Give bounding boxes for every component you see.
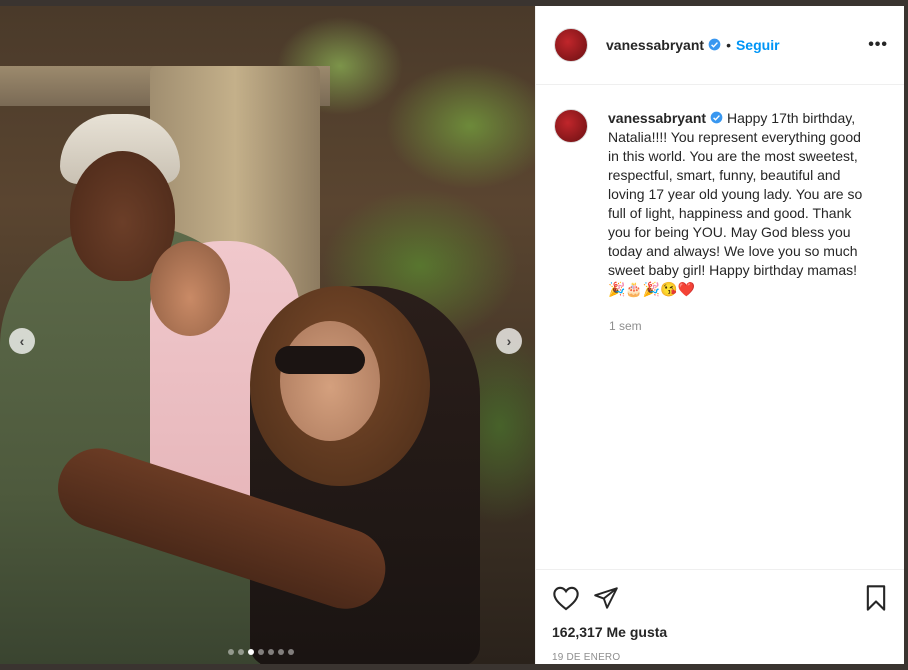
carousel-indicator xyxy=(228,649,294,655)
chevron-right-icon: › xyxy=(506,333,512,349)
username-text[interactable]: vanessabryant xyxy=(606,37,704,53)
verified-badge-icon xyxy=(710,111,723,124)
heart-icon[interactable] xyxy=(552,585,580,611)
post-date[interactable]: 19 DE ENERO xyxy=(552,652,889,663)
verified-badge-icon xyxy=(708,38,721,51)
carousel-dot xyxy=(288,649,294,655)
carousel-dot xyxy=(258,649,264,655)
caption-text: Happy 17th birthday, Natalia!!!! You rep… xyxy=(608,110,863,278)
more-options-icon[interactable]: ••• xyxy=(868,36,888,54)
header-separator: • xyxy=(726,37,731,53)
header-username[interactable]: vanessabryant xyxy=(606,37,721,53)
carousel-dot xyxy=(268,649,274,655)
instagram-post-viewer: ‹ › vanessabryant • Seguir ••• vanessabr… xyxy=(0,0,908,670)
caption-avatar[interactable] xyxy=(554,109,588,143)
caption-emojis: 🎉🎂🎉😘❤️ xyxy=(608,281,696,297)
carousel-dot xyxy=(248,649,254,655)
caption-username-text[interactable]: vanessabryant xyxy=(608,110,706,126)
chevron-left-icon: ‹ xyxy=(19,333,25,349)
post-actions: 162,317 Me gusta 19 DE ENERO xyxy=(536,569,905,663)
carousel-dot xyxy=(238,649,244,655)
post-side-panel: vanessabryant • Seguir ••• vanessabryant… xyxy=(535,6,905,664)
bookmark-icon[interactable] xyxy=(863,584,889,612)
comments-section: vanessabryant Happy 17th birthday, Natal… xyxy=(536,85,904,572)
carousel-dot xyxy=(228,649,234,655)
caption-time-ago[interactable]: 1 sem xyxy=(609,319,888,333)
caption-row: vanessabryant Happy 17th birthday, Natal… xyxy=(554,109,888,299)
photo-woman-face xyxy=(280,321,380,441)
caption-body: vanessabryant Happy 17th birthday, Natal… xyxy=(608,109,870,299)
carousel-prev-button[interactable]: ‹ xyxy=(9,328,35,354)
photo-sunglasses xyxy=(275,346,365,374)
caption-username[interactable]: vanessabryant xyxy=(608,110,723,126)
post-header: vanessabryant • Seguir ••• xyxy=(536,6,904,85)
likes-count[interactable]: 162,317 Me gusta xyxy=(552,624,889,640)
carousel-dot xyxy=(278,649,284,655)
post-photo[interactable]: ‹ › xyxy=(0,6,535,664)
follow-button[interactable]: Seguir xyxy=(736,37,780,53)
send-icon[interactable] xyxy=(592,585,620,611)
carousel-next-button[interactable]: › xyxy=(496,328,522,354)
photo-baby-head xyxy=(150,241,230,336)
avatar[interactable] xyxy=(554,28,588,62)
action-icons-row xyxy=(552,582,889,614)
background-strip xyxy=(904,0,908,670)
